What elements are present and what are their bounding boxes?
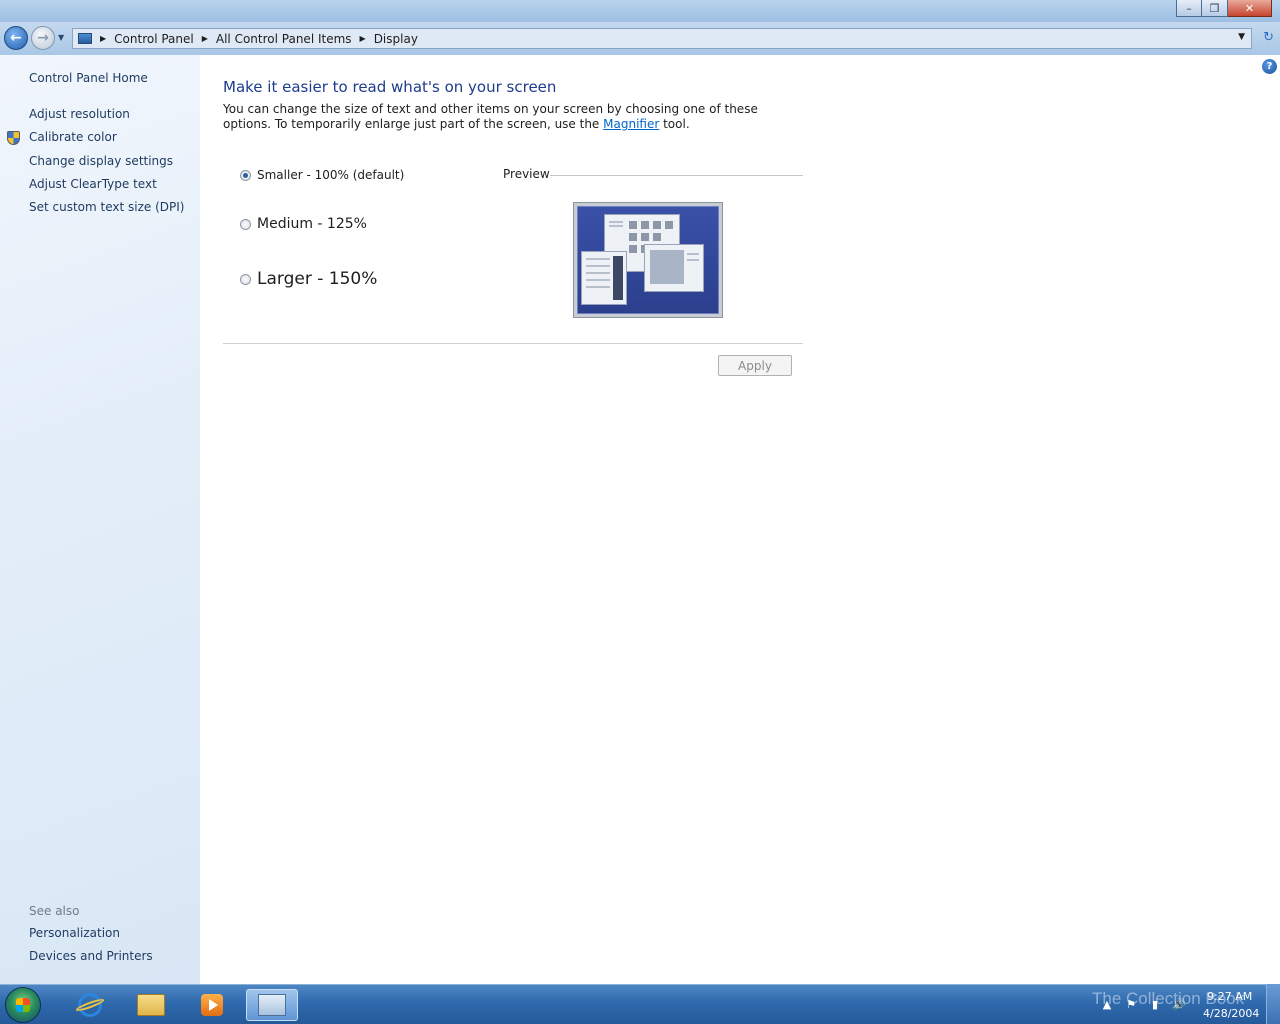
control-panel-window-icon: [258, 994, 286, 1016]
magnifier-link[interactable]: Magnifier: [603, 117, 659, 131]
media-player-icon[interactable]: [186, 989, 238, 1021]
breadcrumb-separator-icon[interactable]: ▶: [360, 34, 366, 43]
folder-icon: [137, 994, 165, 1016]
option-medium-label[interactable]: Medium - 125%: [257, 216, 367, 232]
window-titlebar: – ❐ ✕: [0, 0, 1280, 22]
address-dropdown-icon[interactable]: ▼: [1238, 32, 1245, 42]
uac-shield-icon: [7, 131, 20, 145]
recent-pages-icon[interactable]: ▼: [58, 33, 64, 42]
caption-buttons: – ❐ ✕: [1176, 0, 1272, 17]
description-text-end: tool.: [659, 117, 690, 131]
address-bar[interactable]: ▶ Control Panel ▶ All Control Panel Item…: [72, 28, 1252, 49]
option-larger-label[interactable]: Larger - 150%: [257, 269, 377, 289]
radio-larger[interactable]: [240, 273, 251, 285]
left-pane: Control Panel Home Adjust resolution Cal…: [0, 55, 200, 984]
taskbar: ▲ ⚑ ▮ 🔊: [0, 984, 1280, 1024]
option-smaller-label[interactable]: Smaller - 100% (default): [257, 168, 404, 182]
custom-text-size-link[interactable]: Set custom text size (DPI): [29, 200, 184, 214]
windows-explorer-icon[interactable]: [125, 989, 177, 1021]
radio-medium[interactable]: [240, 218, 251, 230]
page-title: Make it easier to read what's on your sc…: [223, 78, 557, 96]
control-panel-taskbar-button[interactable]: [246, 989, 298, 1021]
preview-label: Preview: [503, 167, 550, 181]
show-desktop-button[interactable]: [1266, 984, 1280, 1024]
preview-screen: [577, 206, 719, 314]
devices-printers-link[interactable]: Devices and Printers: [29, 949, 153, 963]
option-smaller[interactable]: Smaller - 100% (default): [240, 168, 404, 182]
restore-button[interactable]: ❐: [1202, 0, 1228, 17]
option-larger[interactable]: Larger - 150%: [240, 269, 377, 289]
breadcrumb-all-items[interactable]: All Control Panel Items: [216, 32, 352, 46]
breadcrumb-separator-icon[interactable]: ▶: [100, 34, 106, 43]
radio-smaller[interactable]: [240, 169, 251, 181]
forward-button[interactable]: →: [31, 26, 55, 50]
help-icon[interactable]: ?: [1262, 59, 1277, 74]
option-medium[interactable]: Medium - 125%: [240, 216, 367, 232]
refresh-icon[interactable]: ↻: [1263, 30, 1274, 45]
navigation-bar: ← → ▼ ▶ Control Panel ▶ All Control Pane…: [0, 22, 1280, 55]
preview-image: [573, 202, 723, 318]
close-button[interactable]: ✕: [1228, 0, 1272, 17]
control-panel-home-link[interactable]: Control Panel Home: [29, 71, 148, 85]
content-separator: [223, 343, 803, 344]
change-display-settings-link[interactable]: Change display settings: [29, 154, 173, 168]
preview-window-list: [581, 251, 627, 305]
breadcrumb-separator-icon[interactable]: ▶: [202, 34, 208, 43]
breadcrumb-display[interactable]: Display: [374, 32, 418, 46]
control-panel-icon: [78, 33, 92, 44]
preview-divider: [550, 175, 803, 176]
start-button[interactable]: [5, 987, 41, 1023]
ie-glyph-icon: [78, 993, 102, 1017]
clock-date[interactable]: 4/28/2004: [1203, 1007, 1259, 1020]
adjust-resolution-link[interactable]: Adjust resolution: [29, 107, 130, 121]
minimize-button[interactable]: –: [1176, 0, 1202, 17]
calibrate-color-link[interactable]: Calibrate color: [29, 130, 117, 144]
back-button[interactable]: ←: [4, 26, 28, 50]
adjust-cleartype-link[interactable]: Adjust ClearType text: [29, 177, 157, 191]
page-description: You can change the size of text and othe…: [223, 102, 783, 132]
see-also-heading: See also: [29, 904, 80, 918]
clock-time[interactable]: 9:27 AM: [1207, 990, 1252, 1003]
preview-window-front: [644, 244, 704, 292]
breadcrumb-control-panel[interactable]: Control Panel: [114, 32, 194, 46]
apply-button[interactable]: Apply: [718, 355, 792, 376]
personalization-link[interactable]: Personalization: [29, 926, 120, 940]
play-icon: [201, 994, 223, 1016]
internet-explorer-icon[interactable]: [64, 989, 116, 1021]
